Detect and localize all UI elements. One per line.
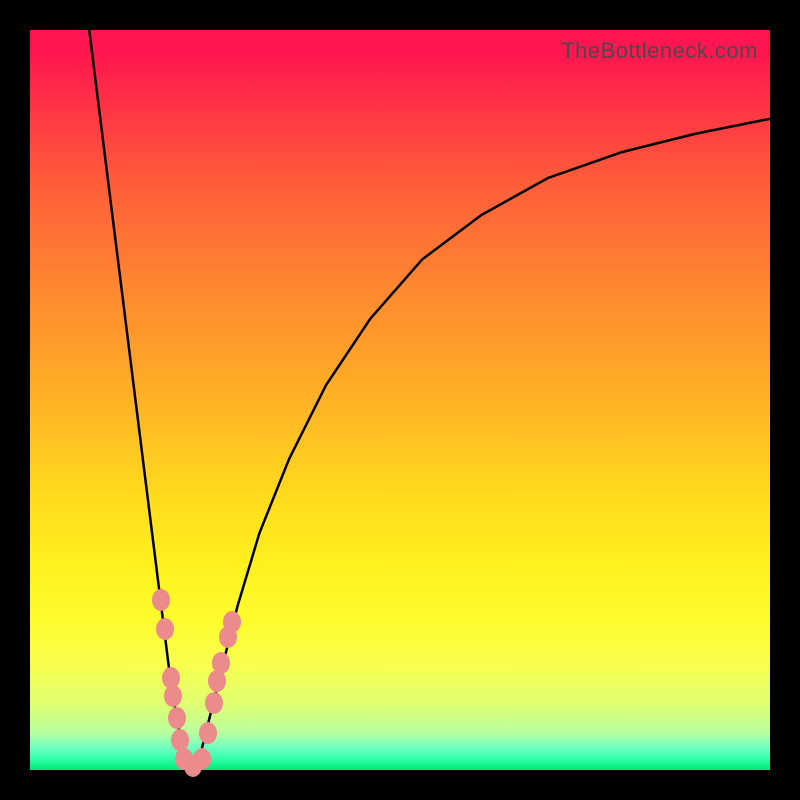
marker-dot	[164, 685, 182, 707]
chart-plot-area: TheBottleneck.com	[30, 30, 770, 770]
marker-dot	[208, 670, 226, 692]
marker-dot	[223, 611, 241, 633]
marker-dot	[199, 722, 217, 744]
marker-dot	[193, 748, 211, 770]
marker-dot	[205, 692, 223, 714]
marker-dot	[156, 618, 174, 640]
left-curve-path	[89, 30, 193, 770]
curve-svg	[30, 30, 770, 770]
marker-dot	[152, 589, 170, 611]
right-curve-path	[193, 119, 770, 770]
chart-frame: TheBottleneck.com	[0, 0, 800, 800]
marker-dot	[168, 707, 186, 729]
marker-dot	[212, 652, 230, 674]
